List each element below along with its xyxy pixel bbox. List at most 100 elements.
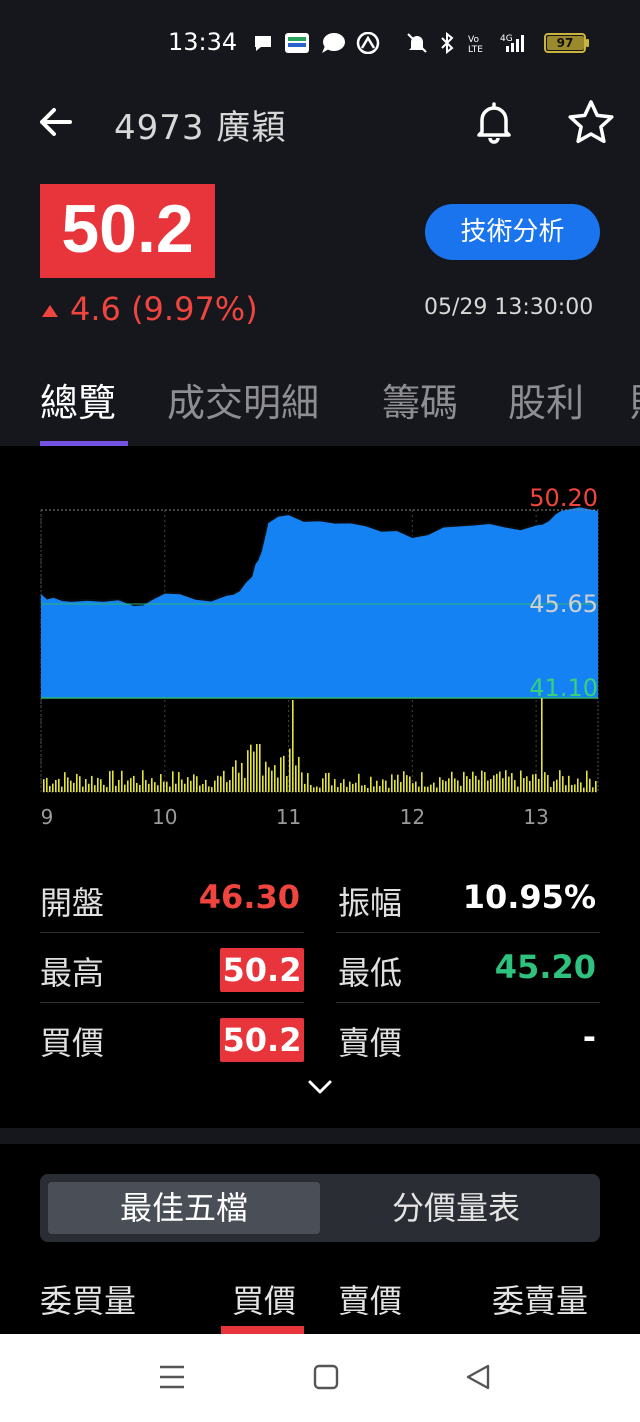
svg-text:LTE: LTE	[468, 45, 483, 54]
tab-chips[interactable]: 籌碼	[382, 372, 458, 427]
volume-bar	[103, 784, 105, 792]
volume-bar	[406, 775, 408, 792]
volume-bar	[388, 787, 390, 792]
volume-bar	[349, 781, 351, 792]
volume-bar	[553, 781, 555, 792]
tab-overview[interactable]: 總覽	[40, 372, 116, 427]
volume-bar	[181, 779, 183, 792]
volume-bar	[220, 776, 222, 792]
volume-bar	[514, 780, 516, 792]
star-icon[interactable]	[566, 98, 616, 146]
volume-bar	[457, 780, 459, 792]
volume-bar	[79, 776, 81, 792]
volume-bar	[226, 782, 228, 792]
arrow-left-icon[interactable]	[34, 100, 78, 144]
tab-dividends[interactable]: 股利	[508, 372, 584, 427]
app-icon	[356, 32, 380, 54]
volume-bar	[184, 783, 186, 792]
bell-icon[interactable]	[470, 98, 518, 146]
volume-bar	[445, 781, 447, 792]
back-triangle-icon[interactable]	[464, 1362, 492, 1392]
volume-bar	[547, 775, 549, 792]
axis-label-mid: 45.65	[529, 590, 598, 618]
volume-bar	[265, 761, 267, 792]
volume-bar	[112, 770, 114, 792]
col-bid-price: 買價	[232, 1282, 297, 1320]
volume-bar	[115, 785, 117, 792]
volume-bar	[589, 778, 591, 792]
volume-bar	[325, 773, 327, 792]
volume-bar	[475, 775, 477, 792]
bid-label: 買價	[40, 1024, 105, 1062]
volume-bar	[517, 786, 519, 792]
volume-bar	[355, 782, 357, 792]
x-tick-label: 13	[523, 805, 548, 829]
axis-label-high: 50.20	[529, 484, 598, 512]
tab-trade-details[interactable]: 成交明細	[167, 372, 319, 427]
volume-bar	[337, 787, 339, 792]
volume-bar	[157, 785, 159, 792]
volume-bar	[364, 785, 366, 792]
volume-bar	[64, 772, 66, 792]
volume-bar	[529, 780, 531, 792]
volume-bar	[259, 744, 261, 792]
volume-bar	[127, 780, 129, 792]
volume-bar	[154, 782, 156, 792]
volume-bar	[373, 786, 375, 792]
volume-bar	[82, 786, 84, 792]
volume-bar	[196, 776, 198, 792]
volume-bar	[454, 778, 456, 792]
status-bar: 13:34 Vo LTE 4G 97	[0, 24, 640, 64]
volume-bar	[313, 787, 315, 792]
volume-bar	[187, 777, 189, 792]
volume-bar	[268, 767, 270, 792]
segment-best-five[interactable]: 最佳五檔	[48, 1182, 320, 1234]
volume-bar	[76, 773, 78, 792]
current-price: 50.2	[61, 191, 194, 267]
home-square-icon[interactable]	[312, 1362, 340, 1392]
volume-bar	[286, 776, 288, 792]
volume-bar	[508, 776, 510, 792]
volume-bar	[328, 772, 330, 792]
volume-bar	[382, 779, 384, 792]
intraday-chart[interactable]: 50.20 45.65 41.10 9 10 11 12 13	[0, 470, 640, 840]
volume-bar	[523, 778, 525, 792]
volume-bar	[595, 780, 597, 792]
volume-bar	[283, 755, 285, 792]
volume-bar	[427, 786, 429, 792]
chevron-down-icon[interactable]	[306, 1076, 334, 1098]
volume-bar	[502, 778, 504, 792]
volume-bar	[58, 778, 60, 792]
volume-bar	[301, 772, 303, 792]
volume-bar	[385, 780, 387, 792]
volume-bar	[451, 771, 453, 792]
wallet-app-icon	[285, 33, 309, 53]
tab-bar: 總覽 成交明細 籌碼 股利 財	[0, 372, 640, 432]
technical-analysis-button[interactable]: 技術分析	[425, 204, 600, 260]
volume-bar	[550, 787, 552, 792]
app-header: 4973 廣穎	[0, 90, 640, 154]
stats-row-bid: 買價 50.2 賣價 -	[0, 1004, 640, 1074]
volume-bar	[586, 770, 588, 792]
volume-bar	[277, 777, 279, 792]
volume-bar	[124, 784, 126, 792]
price-badge: 50.2	[40, 184, 215, 278]
menu-icon[interactable]	[158, 1362, 186, 1392]
volume-bar	[121, 770, 123, 792]
volume-bar	[61, 786, 63, 792]
volume-bar	[346, 786, 348, 792]
volume-bar	[472, 771, 474, 792]
chat-bubble-icon	[255, 36, 271, 51]
volume-bar	[307, 773, 309, 792]
ask-value: -	[582, 1018, 596, 1056]
low-label: 最低	[338, 954, 403, 992]
volume-bar	[43, 779, 45, 792]
volume-bar	[463, 771, 465, 792]
segment-price-volume[interactable]: 分價量表	[320, 1182, 592, 1234]
volume-bar	[433, 782, 435, 792]
tab-financials[interactable]: 財	[630, 372, 640, 427]
ask-label: 賣價	[338, 1024, 403, 1062]
volume-bar	[340, 782, 342, 792]
volte-icon: VoLTE	[468, 35, 483, 54]
volume-bar	[556, 779, 558, 792]
